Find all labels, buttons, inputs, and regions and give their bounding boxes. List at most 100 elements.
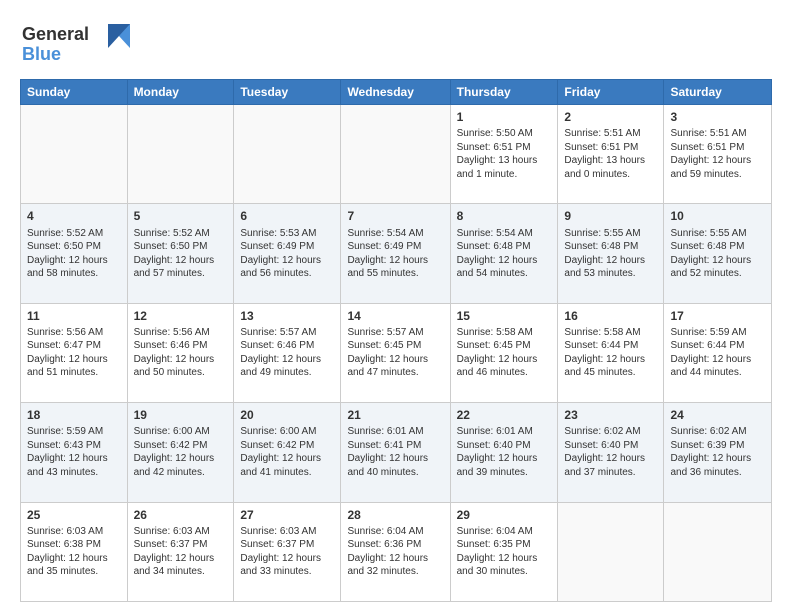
- page: General Blue SundayMondayTuesdayWednesda…: [0, 0, 792, 612]
- day-info: Sunset: 6:43 PM: [27, 439, 121, 453]
- calendar-cell: 3Sunrise: 5:51 AMSunset: 6:51 PMDaylight…: [664, 105, 772, 204]
- day-number: 6: [240, 208, 334, 224]
- calendar-cell: 29Sunrise: 6:04 AMSunset: 6:35 PMDayligh…: [450, 502, 558, 601]
- calendar-cell: 12Sunrise: 5:56 AMSunset: 6:46 PMDayligh…: [127, 303, 234, 402]
- day-info: Daylight: 12 hours and 33 minutes.: [240, 552, 334, 579]
- day-info: Daylight: 12 hours and 39 minutes.: [457, 452, 552, 479]
- day-info: Daylight: 12 hours and 35 minutes.: [27, 552, 121, 579]
- day-number: 21: [347, 407, 443, 423]
- week-row-3: 11Sunrise: 5:56 AMSunset: 6:47 PMDayligh…: [21, 303, 772, 402]
- day-info: Daylight: 12 hours and 34 minutes.: [134, 552, 228, 579]
- calendar-cell: 25Sunrise: 6:03 AMSunset: 6:38 PMDayligh…: [21, 502, 128, 601]
- day-info: Sunrise: 5:55 AM: [670, 227, 765, 241]
- calendar-cell: [21, 105, 128, 204]
- day-info: Daylight: 12 hours and 53 minutes.: [564, 254, 657, 281]
- day-info: Sunset: 6:50 PM: [134, 240, 228, 254]
- day-info: Sunset: 6:46 PM: [240, 339, 334, 353]
- weekday-header-tuesday: Tuesday: [234, 80, 341, 105]
- svg-text:Blue: Blue: [22, 44, 61, 64]
- day-number: 14: [347, 308, 443, 324]
- day-number: 5: [134, 208, 228, 224]
- calendar-cell: 24Sunrise: 6:02 AMSunset: 6:39 PMDayligh…: [664, 403, 772, 502]
- weekday-header-monday: Monday: [127, 80, 234, 105]
- day-number: 9: [564, 208, 657, 224]
- day-info: Sunset: 6:41 PM: [347, 439, 443, 453]
- calendar-cell: 20Sunrise: 6:00 AMSunset: 6:42 PMDayligh…: [234, 403, 341, 502]
- day-info: Sunset: 6:40 PM: [457, 439, 552, 453]
- day-info: Sunset: 6:42 PM: [134, 439, 228, 453]
- calendar-cell: 5 Sunrise: 5:52 AMSunset: 6:50 PMDaylight…: [127, 204, 234, 303]
- weekday-header-row: SundayMondayTuesdayWednesdayThursdayFrid…: [21, 80, 772, 105]
- day-info: Sunrise: 5:52 AM: [134, 227, 228, 241]
- day-number: 11: [27, 308, 121, 324]
- day-number: 17: [670, 308, 765, 324]
- calendar-cell: 21Sunrise: 6:01 AMSunset: 6:41 PMDayligh…: [341, 403, 450, 502]
- day-info: Daylight: 12 hours and 51 minutes.: [27, 353, 121, 380]
- calendar-cell: [341, 105, 450, 204]
- calendar-table: SundayMondayTuesdayWednesdayThursdayFrid…: [20, 79, 772, 602]
- day-info: Daylight: 12 hours and 44 minutes.: [670, 353, 765, 380]
- calendar-cell: 4Sunrise: 5:52 AMSunset: 6:50 PMDaylight…: [21, 204, 128, 303]
- weekday-header-friday: Friday: [558, 80, 664, 105]
- day-info: Daylight: 12 hours and 56 minutes.: [240, 254, 334, 281]
- calendar-cell: 1Sunrise: 5:50 AMSunset: 6:51 PMDaylight…: [450, 105, 558, 204]
- day-info: Daylight: 12 hours and 45 minutes.: [564, 353, 657, 380]
- day-info: Daylight: 12 hours and 50 minutes.: [134, 353, 228, 380]
- day-info: Sunset: 6:48 PM: [564, 240, 657, 254]
- day-info: Sunset: 6:49 PM: [347, 240, 443, 254]
- day-number: 2: [564, 109, 657, 125]
- day-info: Sunrise: 6:00 AM: [134, 425, 228, 439]
- day-info: Sunrise: 5:59 AM: [27, 425, 121, 439]
- day-info: Sunset: 6:44 PM: [670, 339, 765, 353]
- day-info: Daylight: 12 hours and 57 minutes.: [134, 254, 228, 281]
- calendar-cell: 26Sunrise: 6:03 AMSunset: 6:37 PMDayligh…: [127, 502, 234, 601]
- day-number: 27: [240, 507, 334, 523]
- day-info: Sunset: 6:51 PM: [670, 141, 765, 155]
- week-row-4: 18Sunrise: 5:59 AMSunset: 6:43 PMDayligh…: [21, 403, 772, 502]
- day-info: Sunrise: 6:02 AM: [564, 425, 657, 439]
- calendar-cell: [558, 502, 664, 601]
- day-info: Sunrise: 6:02 AM: [670, 425, 765, 439]
- calendar-cell: 11Sunrise: 5:56 AMSunset: 6:47 PMDayligh…: [21, 303, 128, 402]
- weekday-header-thursday: Thursday: [450, 80, 558, 105]
- day-info: Daylight: 12 hours and 40 minutes.: [347, 452, 443, 479]
- day-number: 28: [347, 507, 443, 523]
- weekday-header-sunday: Sunday: [21, 80, 128, 105]
- day-info: Daylight: 12 hours and 43 minutes.: [27, 452, 121, 479]
- day-number: 29: [457, 507, 552, 523]
- day-info: Sunset: 6:39 PM: [670, 439, 765, 453]
- calendar-cell: 2Sunrise: 5:51 AMSunset: 6:51 PMDaylight…: [558, 105, 664, 204]
- calendar-cell: [127, 105, 234, 204]
- day-info: Sunset: 6:51 PM: [564, 141, 657, 155]
- day-number: 24: [670, 407, 765, 423]
- day-info: Sunset: 6:45 PM: [457, 339, 552, 353]
- day-number: 4: [27, 208, 121, 224]
- day-info: Sunrise: 6:01 AM: [457, 425, 552, 439]
- day-info: Sunrise: 5:57 AM: [240, 326, 334, 340]
- day-number: 15: [457, 308, 552, 324]
- day-number: 10: [670, 208, 765, 224]
- calendar-cell: 23Sunrise: 6:02 AMSunset: 6:40 PMDayligh…: [558, 403, 664, 502]
- day-info: Daylight: 13 hours and 0 minutes.: [564, 154, 657, 181]
- logo: General Blue: [20, 20, 130, 69]
- svg-text:General: General: [22, 24, 89, 44]
- weekday-header-wednesday: Wednesday: [341, 80, 450, 105]
- day-info: Sunrise: 6:03 AM: [134, 525, 228, 539]
- day-info: Sunset: 6:48 PM: [670, 240, 765, 254]
- day-number: 18: [27, 407, 121, 423]
- day-info: Daylight: 12 hours and 42 minutes.: [134, 452, 228, 479]
- weekday-header-saturday: Saturday: [664, 80, 772, 105]
- day-info: Sunset: 6:45 PM: [347, 339, 443, 353]
- week-row-1: 1Sunrise: 5:50 AMSunset: 6:51 PMDaylight…: [21, 105, 772, 204]
- day-info: Sunrise: 5:54 AM: [457, 227, 552, 241]
- day-info: Sunrise: 5:53 AM: [240, 227, 334, 241]
- day-info: Daylight: 12 hours and 54 minutes.: [457, 254, 552, 281]
- day-info: Sunrise: 6:03 AM: [240, 525, 334, 539]
- calendar-cell: 6Sunrise: 5:53 AMSunset: 6:49 PMDaylight…: [234, 204, 341, 303]
- day-info: Daylight: 12 hours and 32 minutes.: [347, 552, 443, 579]
- header: General Blue: [20, 16, 772, 69]
- day-number: 26: [134, 507, 228, 523]
- calendar-cell: 13Sunrise: 5:57 AMSunset: 6:46 PMDayligh…: [234, 303, 341, 402]
- calendar-cell: [234, 105, 341, 204]
- day-info: Sunrise: 5:57 AM: [347, 326, 443, 340]
